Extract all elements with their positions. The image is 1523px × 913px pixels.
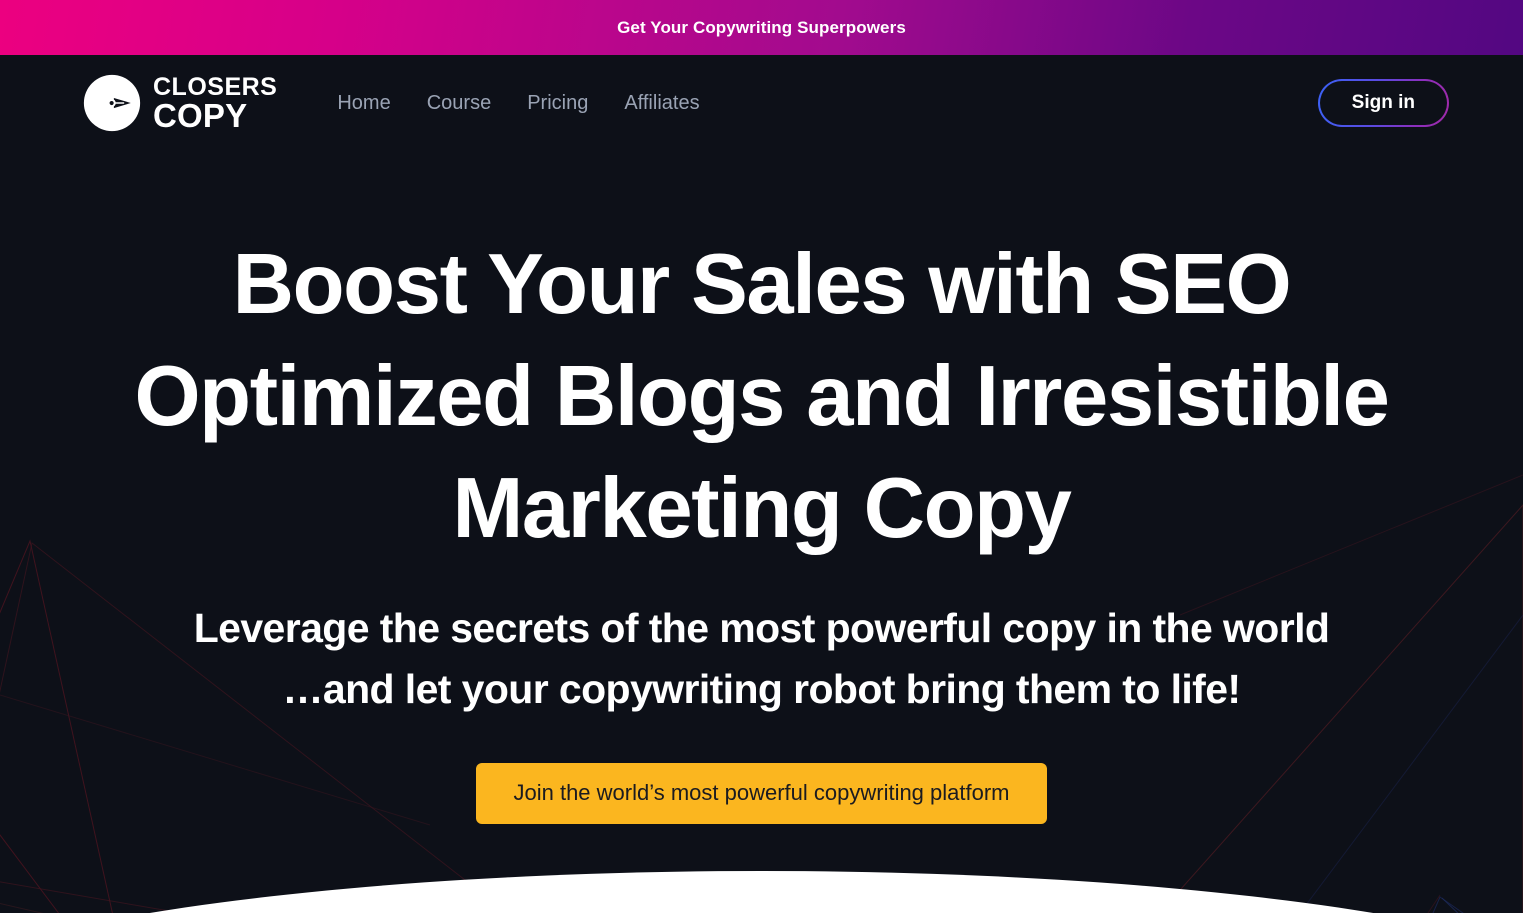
brand-line-2: COPY xyxy=(153,96,248,134)
hero-headline: Boost Your Sales with SEO Optimized Blog… xyxy=(134,237,1389,557)
hero-content: Boost Your Sales with SEO Optimized Blog… xyxy=(0,151,1523,824)
brand-line-1: CLOSERS xyxy=(153,72,278,101)
sign-in-button[interactable]: Sign in xyxy=(1318,79,1449,127)
join-platform-cta-button[interactable]: Join the world’s most powerful copywriti… xyxy=(476,762,1047,824)
hero-section: CLOSERS COPY Home Course Pricing Affilia… xyxy=(0,55,1523,913)
nav-item-affiliates[interactable]: Affiliates xyxy=(606,86,717,121)
nav-item-course[interactable]: Course xyxy=(409,86,509,121)
brand-logo-link[interactable]: CLOSERS COPY xyxy=(82,73,277,133)
nav-item-home[interactable]: Home xyxy=(319,86,408,121)
hero-subheadline: Leverage the secrets of the most powerfu… xyxy=(52,598,1472,721)
announcement-text: Get Your Copywriting Superpowers xyxy=(617,17,906,37)
hero-subheadline-line-1: Leverage the secrets of the most powerfu… xyxy=(193,604,1330,651)
closerscopy-logo-icon xyxy=(83,74,141,132)
nav-item-pricing[interactable]: Pricing xyxy=(509,86,606,121)
primary-navigation: Home Course Pricing Affiliates xyxy=(319,86,717,121)
brand-wordmark: CLOSERS COPY xyxy=(153,72,278,134)
hero-bottom-curve xyxy=(0,871,1523,913)
navbar: CLOSERS COPY Home Course Pricing Affilia… xyxy=(0,55,1523,151)
announcement-banner: Get Your Copywriting Superpowers xyxy=(0,0,1523,55)
hero-subheadline-line-2: …and let your copywriting robot bring th… xyxy=(282,666,1242,713)
